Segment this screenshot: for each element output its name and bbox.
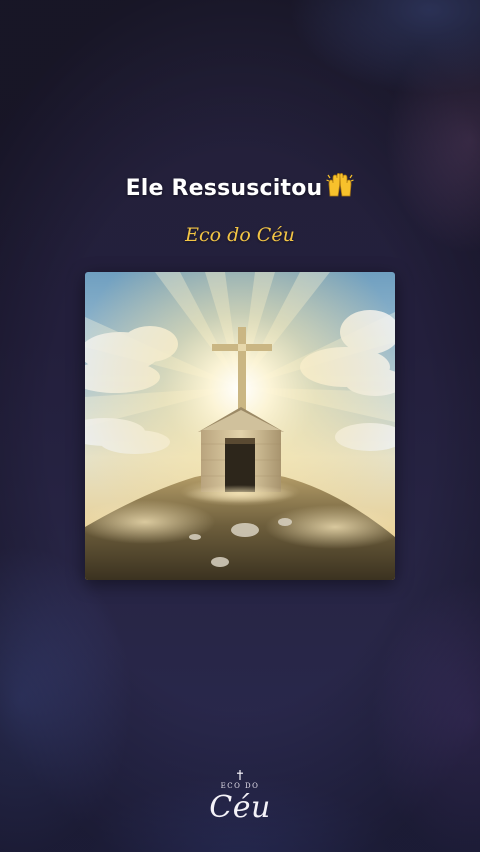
raising-hands-icon	[326, 172, 355, 204]
watermark-small-text: ECO DO	[220, 782, 260, 790]
post-title: Ele Ressuscitou	[0, 172, 480, 204]
channel-name[interactable]: Eco do Céu	[0, 224, 480, 246]
post-title-text: Ele Ressuscitou	[125, 176, 323, 201]
cross-icon	[237, 770, 243, 780]
watermark-main-text: Céu	[209, 790, 271, 825]
video-canvas[interactable]: Ele Ressuscitou 🙌 Eco do Céu	[0, 0, 480, 852]
eco-do-ceu-watermark-logo: ECO DO Céu	[190, 770, 290, 834]
cross-chapel-image	[85, 272, 395, 580]
